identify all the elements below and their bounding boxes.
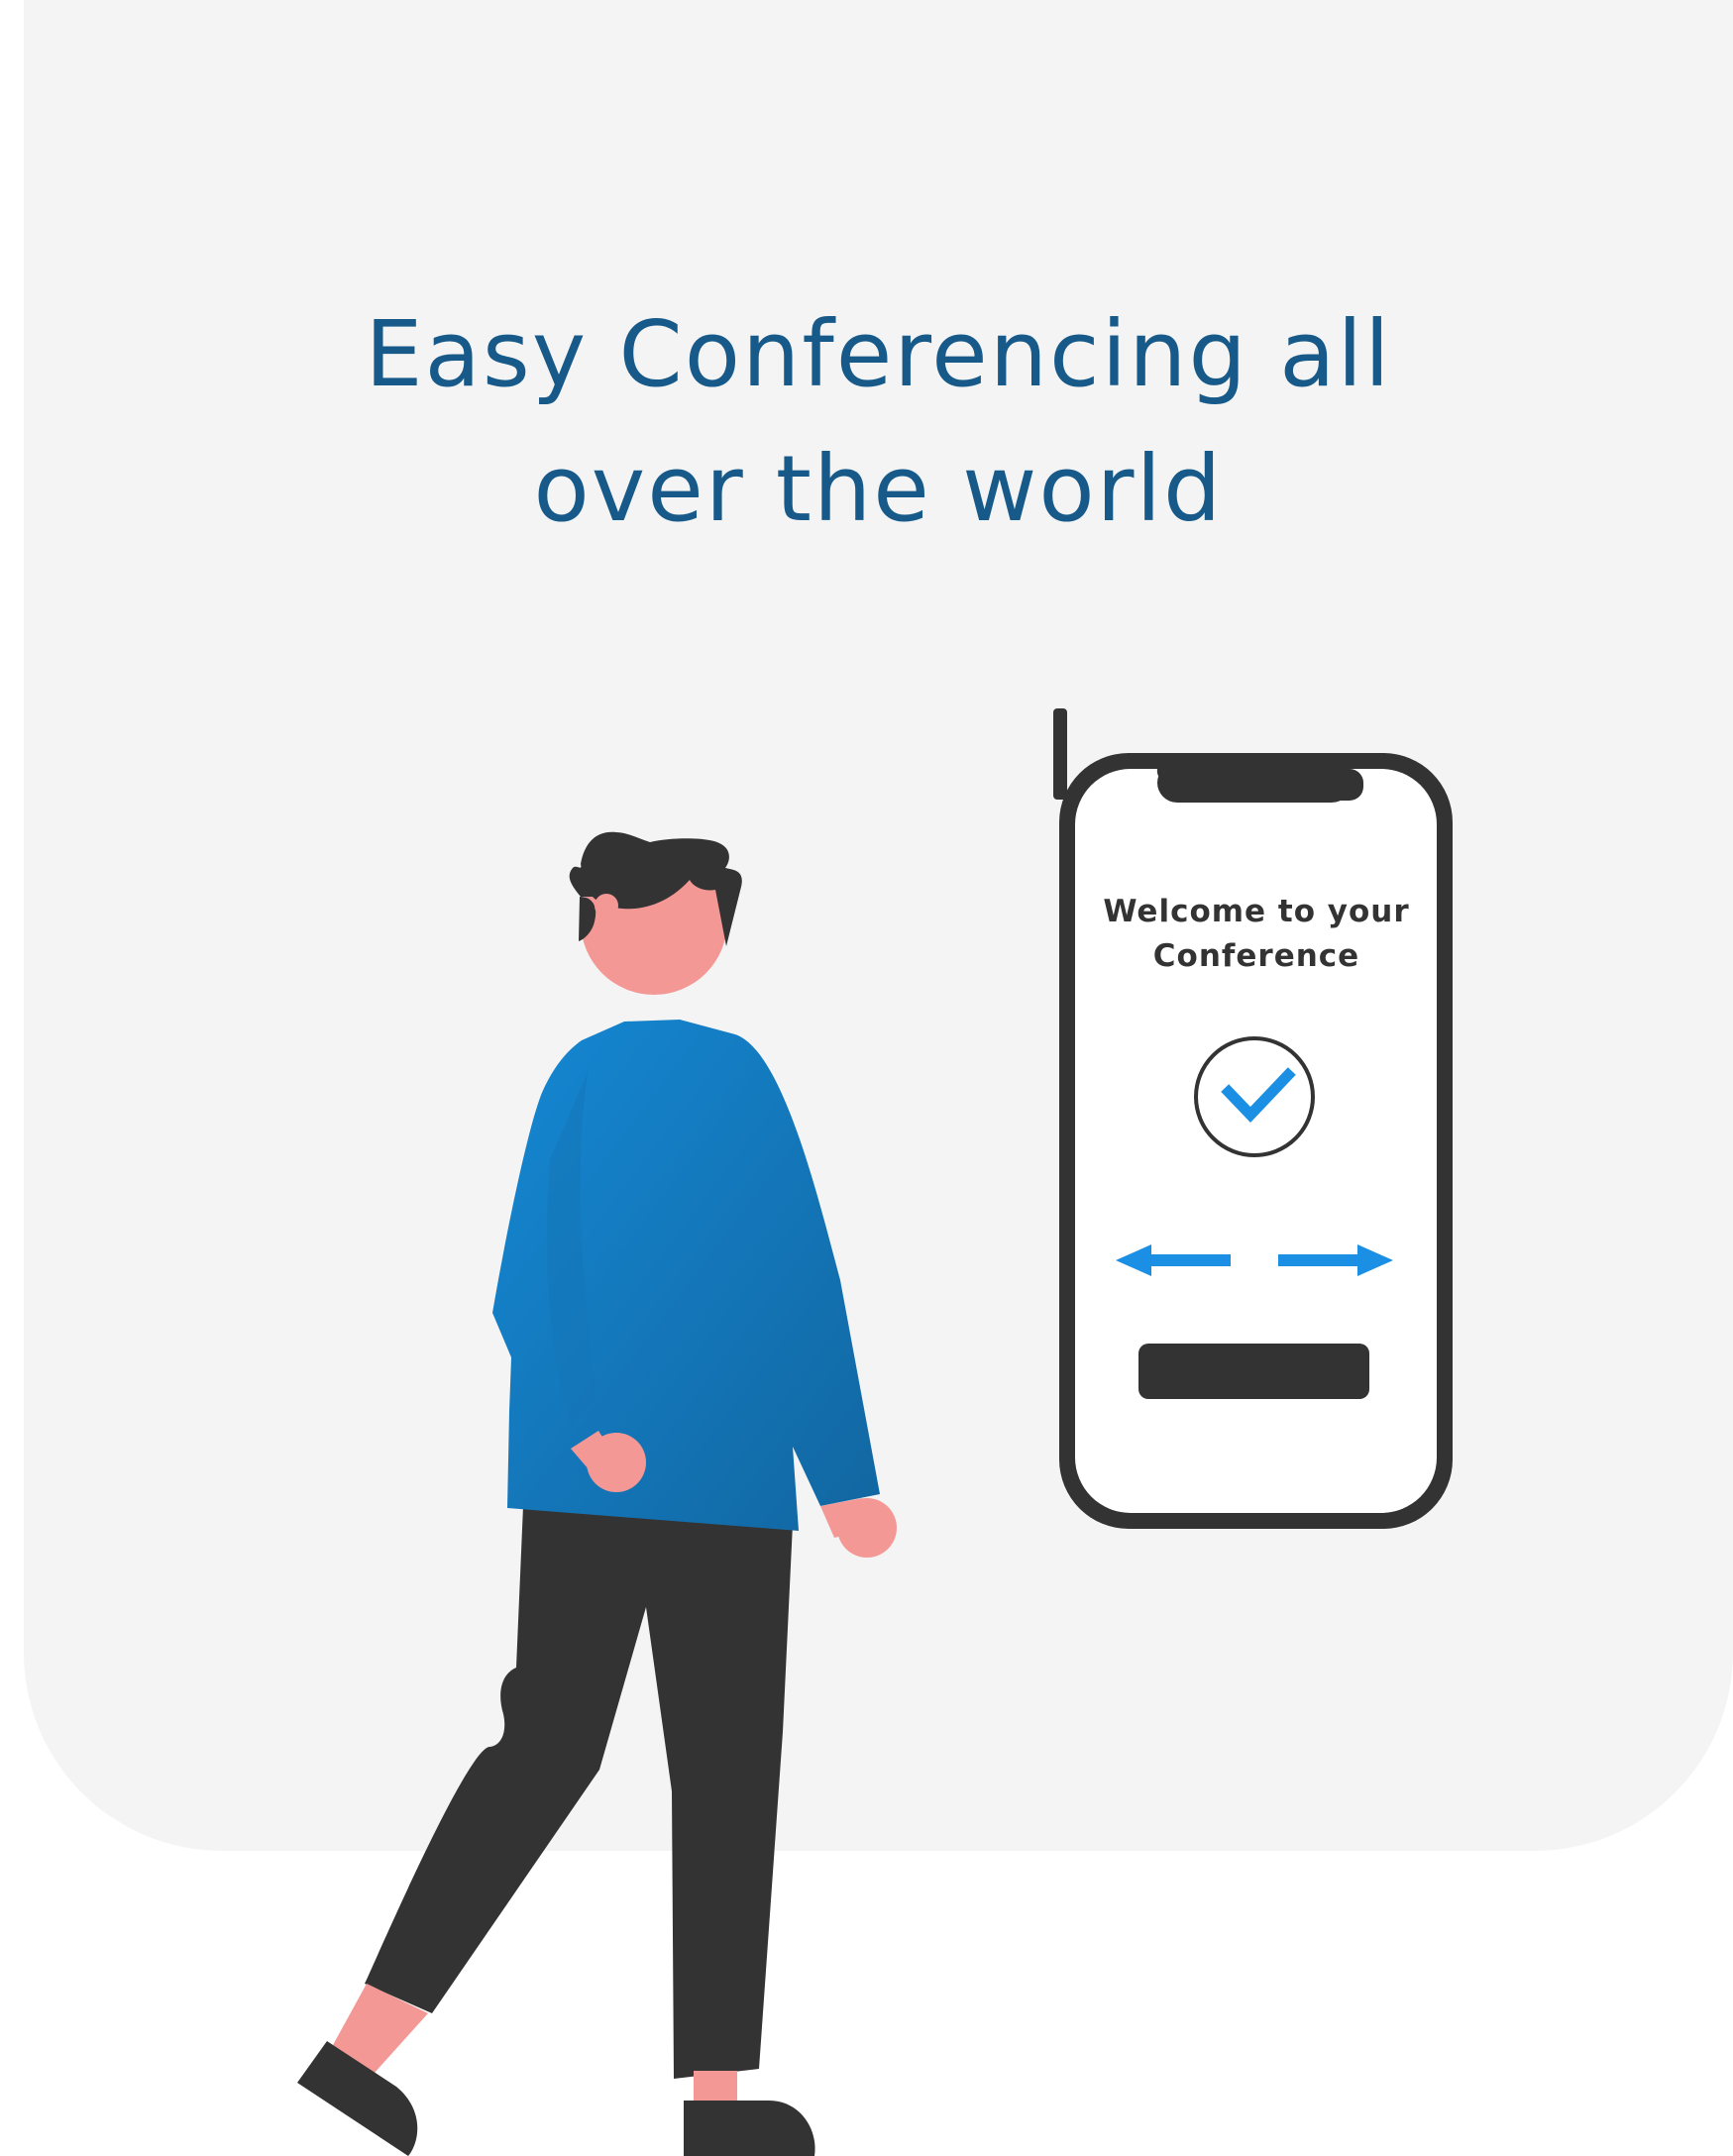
check-circle-icon	[1194, 1036, 1315, 1157]
right-shoe	[684, 2101, 815, 2156]
right-ankle	[694, 2071, 737, 2101]
onboarding-screen: Easy Conferencing all over the world Wel…	[0, 0, 1733, 2156]
person-figure	[297, 831, 897, 2156]
welcome-line-1: Welcome to your	[1103, 894, 1409, 929]
phone-action-button[interactable]	[1138, 1344, 1369, 1399]
welcome-line-2: Conference	[1153, 938, 1359, 974]
conference-illustration: Welcome to your Conference	[297, 708, 1453, 2156]
right-hand	[837, 1498, 897, 1558]
phone-side-button	[1053, 708, 1067, 800]
left-hand	[587, 1433, 646, 1492]
phone-mockup: Welcome to your Conference	[1053, 708, 1453, 1529]
ear	[595, 894, 618, 917]
trousers	[365, 1506, 793, 2079]
phone-notch-bar	[1157, 763, 1352, 803]
